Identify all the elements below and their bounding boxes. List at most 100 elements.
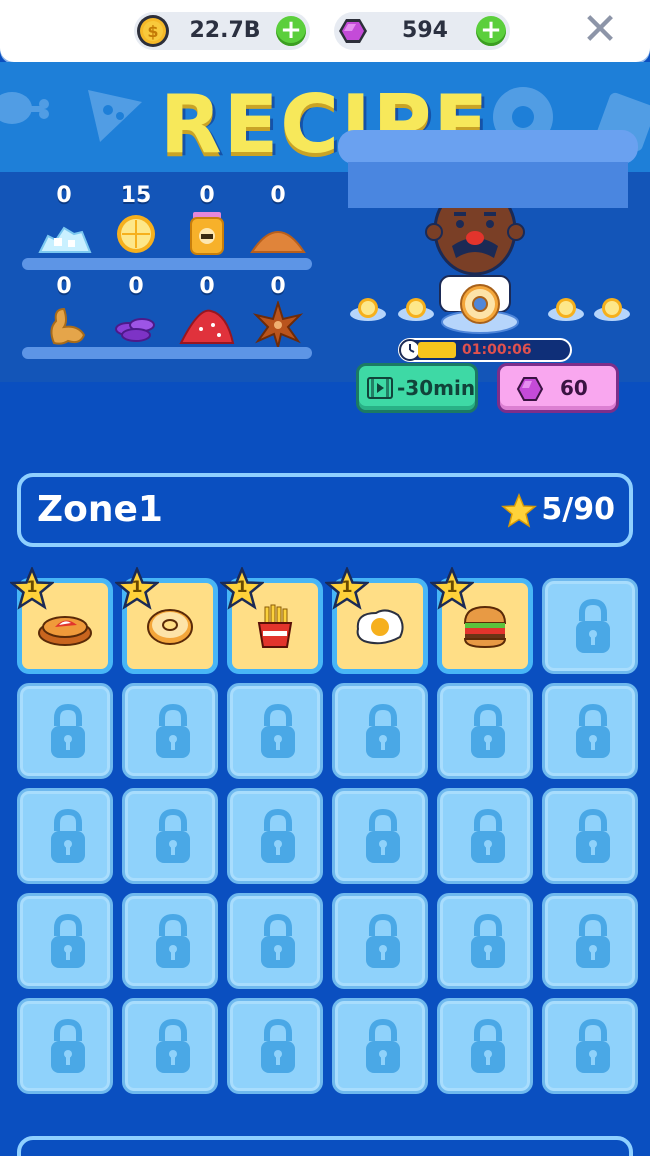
lock-icon [156,704,190,758]
zone-star-count: 5/90 [541,492,615,527]
gem-icon [516,377,544,401]
recipe-star-level: 1 [341,577,353,596]
locked-recipe-slot[interactable] [542,998,638,1094]
ingredient-count: 0 [270,183,286,208]
close-button[interactable]: ✕ [580,8,620,52]
locked-recipe-slot[interactable] [17,893,113,989]
recipe-slot-burger[interactable]: 1 [430,567,533,674]
gem-amount: 594 [402,18,448,43]
locked-recipe-slot[interactable] [332,893,428,989]
lock-icon [471,809,505,863]
recipe-star-badge: 1 [430,567,474,611]
top-bar: $ 22.7B + 594 + ✕ [0,0,650,62]
counter-base [348,162,628,208]
gem-speedup-button[interactable]: 60 [497,363,619,413]
lemon-slice-icon [594,298,630,321]
lock-icon [576,914,610,968]
video-icon [367,377,393,399]
lock-icon [576,599,610,653]
ingredient-lemon[interactable]: 15 [101,184,171,256]
star-anise-icon [252,301,304,347]
locked-recipe-slot[interactable] [227,998,323,1094]
zone-name: Zone1 [37,489,163,530]
lock-icon [261,809,295,863]
coin-amount: 22.7B [189,18,261,43]
ingredient-count: 15 [120,183,152,208]
ingredient-count: 0 [199,183,215,208]
add-coins-button[interactable]: + [276,16,306,46]
locked-recipe-slot[interactable] [17,788,113,884]
ingredient-salt[interactable]: 0 [29,184,99,256]
locked-recipe-slot[interactable] [332,788,428,884]
lock-icon [51,1019,85,1073]
ingredient-count: 0 [56,183,72,208]
timer-text: 01:00:06 [462,342,532,358]
locked-recipe-slot[interactable] [437,998,533,1094]
locked-recipe-slot[interactable] [332,683,428,779]
add-gems-button[interactable]: + [476,16,506,46]
lock-icon [156,809,190,863]
lock-icon [366,914,400,968]
locked-recipe-slot[interactable] [227,893,323,989]
ingredient-beans[interactable]: 0 [101,275,171,347]
recipe-slot-donut[interactable]: 1 [115,567,218,674]
locked-recipe-slot[interactable] [437,683,533,779]
recipe-star-level: 1 [446,577,458,596]
lock-icon [576,1019,610,1073]
recipe-star-badge: 1 [10,567,54,611]
donut-on-plate-icon [441,284,519,334]
locked-recipe-slot[interactable] [542,683,638,779]
lock-icon [51,704,85,758]
lock-icon [576,809,610,863]
lock-icon [156,1019,190,1073]
ingredient-flour[interactable]: 0 [243,184,313,256]
shelf-top [22,258,312,270]
chili-pile-icon [179,309,235,344]
lemon-slice-icon [350,298,386,321]
flour-pile-icon [250,231,306,253]
watch-ad-skip-button[interactable]: -30min [356,363,478,413]
ingredient-count: 0 [199,274,215,299]
lock-icon [51,914,85,968]
locked-recipe-slot[interactable] [437,788,533,884]
cooking-counter [338,130,638,164]
recipe-star-level: 1 [236,577,248,596]
locked-recipe-slot[interactable] [227,788,323,884]
lock-icon [261,1019,295,1073]
lemon-slice-icon [398,298,434,321]
lock-icon [471,1019,505,1073]
recipe-slot-fries[interactable]: 1 [220,567,323,674]
gem-icon [339,19,367,43]
shelf-bottom [22,347,312,359]
recipe-star-badge: 1 [220,567,264,611]
ingredient-ginger[interactable]: 0 [29,275,99,347]
locked-recipe-slot[interactable] [122,683,218,779]
locked-recipe-slot[interactable] [542,893,638,989]
gem-cost: 60 [560,376,588,400]
ingredient-count: 0 [56,274,72,299]
purple-beans-icon [115,318,155,342]
locked-recipe-slot[interactable] [542,578,638,674]
lock-icon [366,704,400,758]
ginger-icon [50,307,86,345]
locked-recipe-slot[interactable] [122,788,218,884]
locked-recipe-slot[interactable] [122,893,218,989]
recipe-slot-fried-egg[interactable]: 1 [325,567,428,674]
lemon-icon [117,215,155,253]
recipe-slot-pie[interactable]: 1 [10,567,113,674]
locked-recipe-slot[interactable] [227,683,323,779]
coin-counter: $ 22.7B + [134,12,310,50]
locked-recipe-slot[interactable] [542,788,638,884]
locked-recipe-slot[interactable] [332,998,428,1094]
ingredient-chili[interactable]: 0 [172,275,242,347]
lemon-slice-icon [548,298,584,321]
ingredient-count: 0 [270,274,286,299]
lock-icon [261,914,295,968]
locked-recipe-slot[interactable] [122,998,218,1094]
locked-recipe-slot[interactable] [437,893,533,989]
locked-recipe-slot[interactable] [17,683,113,779]
salt-icon [38,226,92,253]
ingredient-honey[interactable]: 0 [172,184,242,256]
locked-recipe-slot[interactable] [17,998,113,1094]
ingredient-star-anise[interactable]: 0 [243,275,313,347]
